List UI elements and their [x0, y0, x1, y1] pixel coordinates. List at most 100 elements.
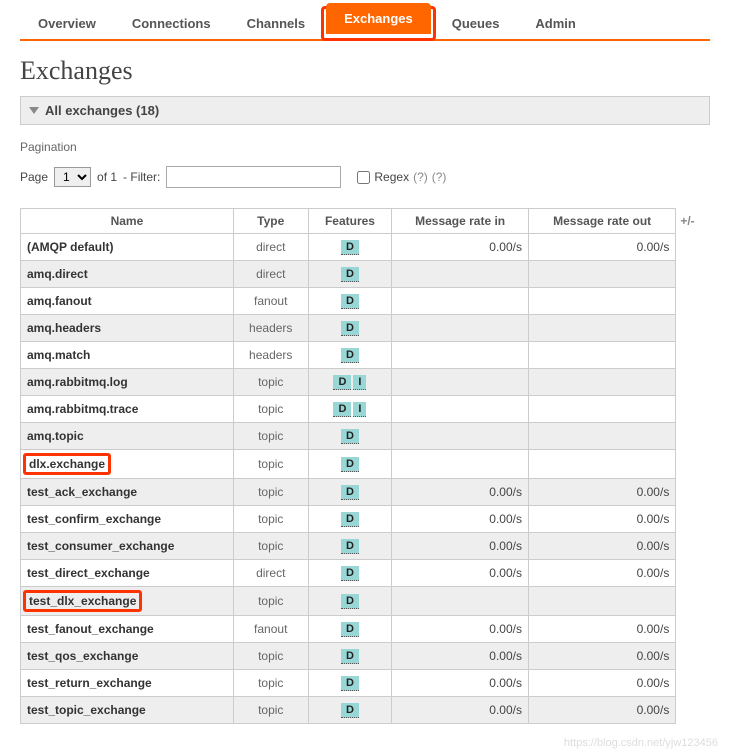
exchange-name-link[interactable]: test_dlx_exchange [21, 587, 234, 616]
rate-in: 0.00/s [392, 670, 529, 697]
exchange-type: topic [233, 643, 308, 670]
exchange-features: D [308, 697, 392, 724]
table-row: amq.topictopicD [21, 423, 710, 450]
rate-out: 0.00/s [528, 479, 675, 506]
th-type[interactable]: Type [233, 209, 308, 234]
rate-out: 0.00/s [528, 560, 675, 587]
exchange-type: topic [233, 670, 308, 697]
pagination-label: Pagination [20, 140, 710, 154]
rate-out [528, 288, 675, 315]
exchange-features: D [308, 587, 392, 616]
exchange-type: topic [233, 533, 308, 560]
exchange-name-link[interactable]: amq.rabbitmq.trace [21, 396, 234, 423]
th-rate-out[interactable]: Message rate out [528, 209, 675, 234]
feature-badge: D [341, 566, 359, 581]
rate-in: 0.00/s [392, 506, 529, 533]
rate-out [528, 450, 675, 479]
exchange-features: D [308, 288, 392, 315]
table-row: amq.directdirectD [21, 261, 710, 288]
section-all-exchanges[interactable]: All exchanges (18) [20, 96, 710, 125]
exchange-features: D [308, 234, 392, 261]
exchange-name-link[interactable]: test_ack_exchange [21, 479, 234, 506]
table-row: test_consumer_exchangetopicD0.00/s0.00/s [21, 533, 710, 560]
exchange-name-link[interactable]: amq.topic [21, 423, 234, 450]
rate-in [392, 369, 529, 396]
nav-channels[interactable]: Channels [229, 8, 324, 39]
chevron-down-icon [29, 107, 39, 114]
th-name[interactable]: Name [21, 209, 234, 234]
exchange-features: D [308, 342, 392, 369]
table-row: test_direct_exchangedirectD0.00/s0.00/s [21, 560, 710, 587]
th-features[interactable]: Features [308, 209, 392, 234]
exchange-type: topic [233, 587, 308, 616]
exchange-type: topic [233, 697, 308, 724]
nav-exchanges[interactable]: Exchanges [326, 3, 431, 34]
page-select[interactable]: 1 [54, 167, 91, 187]
exchange-name-link[interactable]: amq.match [21, 342, 234, 369]
exchange-type: topic [233, 450, 308, 479]
exchange-features: D [308, 506, 392, 533]
feature-badge: D [341, 348, 359, 363]
th-rate-in[interactable]: Message rate in [392, 209, 529, 234]
rate-in [392, 450, 529, 479]
exchanges-table: Name Type Features Message rate in Messa… [20, 208, 710, 724]
highlight-box: dlx.exchange [23, 453, 111, 475]
highlight-box: test_dlx_exchange [23, 590, 142, 612]
exchange-name-link[interactable]: test_consumer_exchange [21, 533, 234, 560]
exchange-type: fanout [233, 616, 308, 643]
exchange-name-link[interactable]: test_return_exchange [21, 670, 234, 697]
nav-overview[interactable]: Overview [20, 8, 114, 39]
exchange-name-link[interactable]: test_topic_exchange [21, 697, 234, 724]
exchange-name-link[interactable]: test_fanout_exchange [21, 616, 234, 643]
regex-label: Regex [374, 170, 409, 184]
help-link-2[interactable]: (?) [432, 170, 447, 184]
rate-in [392, 261, 529, 288]
help-link-1[interactable]: (?) [413, 170, 428, 184]
rate-out [528, 342, 675, 369]
exchange-type: direct [233, 234, 308, 261]
exchange-name-link[interactable]: amq.headers [21, 315, 234, 342]
table-row: amq.fanoutfanoutD [21, 288, 710, 315]
page-of-text: of 1 [97, 170, 117, 184]
table-row: test_fanout_exchangefanoutD0.00/s0.00/s [21, 616, 710, 643]
feature-badge: I [353, 402, 366, 417]
exchange-features: D [308, 423, 392, 450]
table-row: amq.rabbitmq.tracetopicDI [21, 396, 710, 423]
regex-checkbox[interactable] [357, 171, 370, 184]
table-row: test_ack_exchangetopicD0.00/s0.00/s [21, 479, 710, 506]
nav-admin[interactable]: Admin [517, 8, 593, 39]
exchange-name-link[interactable]: amq.fanout [21, 288, 234, 315]
main-nav: Overview Connections Channels Exchanges … [20, 8, 710, 41]
exchange-type: direct [233, 560, 308, 587]
exchange-name-link[interactable]: test_qos_exchange [21, 643, 234, 670]
rate-in [392, 396, 529, 423]
rate-out [528, 369, 675, 396]
th-plusminus[interactable]: +/- [676, 209, 710, 234]
rate-in: 0.00/s [392, 616, 529, 643]
rate-out [528, 396, 675, 423]
nav-queues[interactable]: Queues [434, 8, 518, 39]
rate-in [392, 342, 529, 369]
rate-in [392, 315, 529, 342]
exchange-name-link[interactable]: amq.direct [21, 261, 234, 288]
feature-badge: D [341, 457, 359, 472]
rate-in [392, 587, 529, 616]
rate-out: 0.00/s [528, 670, 675, 697]
rate-out: 0.00/s [528, 506, 675, 533]
exchange-name-link[interactable]: amq.rabbitmq.log [21, 369, 234, 396]
rate-out [528, 315, 675, 342]
exchange-features: DI [308, 396, 392, 423]
table-row: test_return_exchangetopicD0.00/s0.00/s [21, 670, 710, 697]
exchange-name-link[interactable]: (AMQP default) [21, 234, 234, 261]
exchange-name-link[interactable]: test_direct_exchange [21, 560, 234, 587]
filter-input[interactable] [166, 166, 341, 188]
feature-badge: D [341, 703, 359, 718]
feature-badge: D [341, 240, 359, 255]
nav-connections[interactable]: Connections [114, 8, 229, 39]
feature-badge: D [341, 622, 359, 637]
exchange-name-link[interactable]: test_confirm_exchange [21, 506, 234, 533]
exchange-name-link[interactable]: dlx.exchange [21, 450, 234, 479]
rate-out: 0.00/s [528, 234, 675, 261]
exchange-features: D [308, 643, 392, 670]
exchange-type: fanout [233, 288, 308, 315]
